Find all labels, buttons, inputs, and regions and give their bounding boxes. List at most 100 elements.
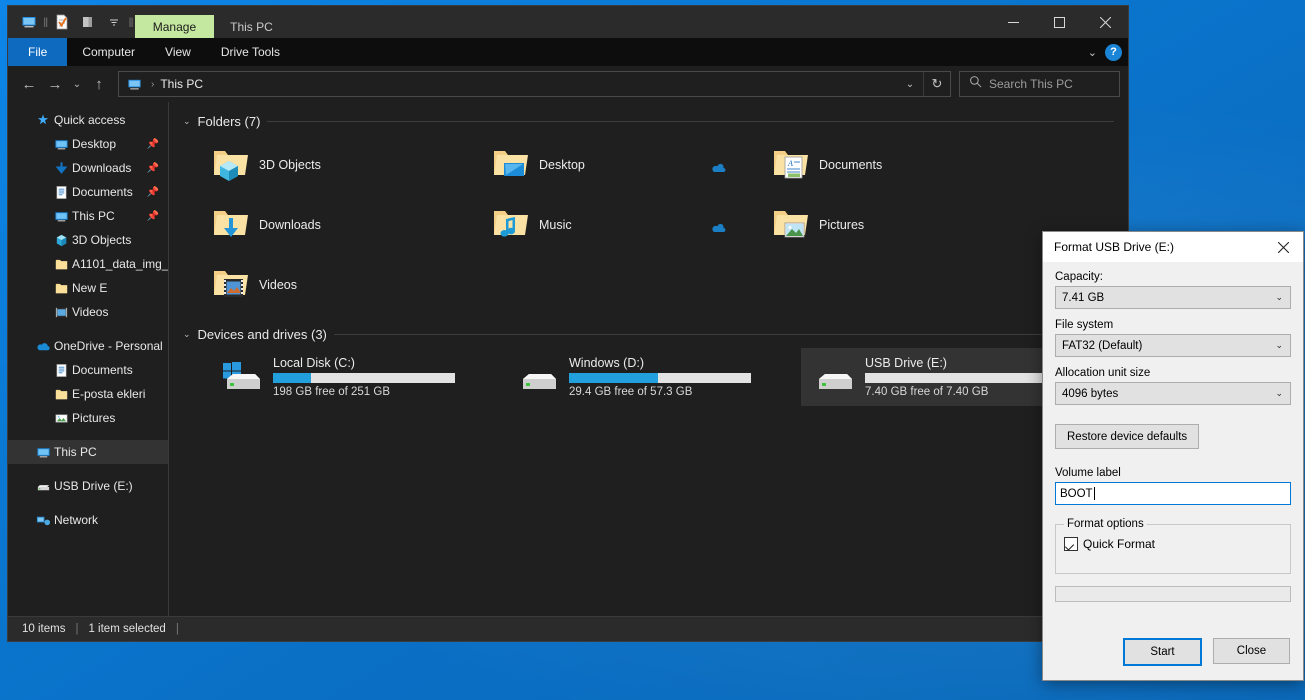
qat-divider-2: ‖ <box>128 14 134 30</box>
content-pane[interactable]: ⌄ Folders (7) 3D Objects Desktop A Docum… <box>169 102 1128 616</box>
this-pc-icon <box>119 77 145 92</box>
drives-group-header[interactable]: ⌄ Devices and drives (3) <box>169 315 1128 348</box>
chevron-down-icon[interactable]: ⌄ <box>1275 388 1283 399</box>
recent-locations-icon[interactable]: ⌄ <box>68 71 86 97</box>
sidebar-item-usb-drive[interactable]: USB Drive (E:) <box>8 474 168 498</box>
format-progress-bar <box>1055 586 1291 602</box>
folder-name: 3D Objects <box>259 158 321 172</box>
folder-tile-3d-objects[interactable]: 3D Objects <box>209 135 489 195</box>
folder-icon <box>50 387 72 402</box>
allocation-unit-size-select[interactable]: 4096 bytes ⌄ <box>1055 382 1291 405</box>
pin-icon[interactable]: 📌 <box>147 139 159 150</box>
quick-format-checkbox[interactable] <box>1064 537 1078 551</box>
sidebar-label: Videos <box>72 305 109 319</box>
folder-icon <box>50 257 72 272</box>
sidebar-item-new-e[interactable]: New E <box>8 276 168 300</box>
pin-icon[interactable]: 📌 <box>147 187 159 198</box>
forward-button[interactable]: → <box>42 71 68 97</box>
back-button[interactable]: ← <box>16 71 42 97</box>
sidebar-label: USB Drive (E:) <box>54 479 133 493</box>
sidebar-item-this-pc[interactable]: This PC <box>8 440 168 464</box>
dialog-close-icon[interactable] <box>1263 232 1303 262</box>
folders-group-header[interactable]: ⌄ Folders (7) <box>169 102 1128 135</box>
group-rule <box>333 334 1114 335</box>
pin-icon[interactable]: 📌 <box>147 211 159 222</box>
file-system-select[interactable]: FAT32 (Default) ⌄ <box>1055 334 1291 357</box>
volume-label-input[interactable]: BOOT <box>1055 482 1291 505</box>
folder-tile-desktop[interactable]: Desktop <box>489 135 769 195</box>
tab-computer[interactable]: Computer <box>67 38 150 66</box>
breadcrumb-this-pc[interactable]: This PC <box>160 77 203 91</box>
hard-drive-icon <box>513 355 559 400</box>
address-bar[interactable]: › This PC ⌄ ↻ <box>118 71 951 97</box>
folder-tile-documents[interactable]: A Documents <box>712 135 1049 195</box>
sidebar-item-onedrive[interactable]: OneDrive - Personal <box>8 334 168 358</box>
status-selection: 1 item selected <box>88 623 166 635</box>
start-button[interactable]: Start <box>1123 638 1202 666</box>
sidebar-item-videos[interactable]: Videos <box>8 300 168 324</box>
drive-info: Local Disk (C:) 198 GB free of 251 GB <box>273 356 455 398</box>
this-pc-icon <box>32 445 54 460</box>
sidebar-item-e-posta-ekleri[interactable]: E-posta ekleri <box>8 382 168 406</box>
chevron-down-icon[interactable]: ⌄ <box>183 116 191 127</box>
sidebar-item-onedrive-documents[interactable]: Documents <box>8 358 168 382</box>
sidebar-label: Downloads <box>72 161 132 175</box>
status-item-count: 10 items <box>22 623 66 635</box>
contextual-tab-manage[interactable]: Manage <box>134 15 215 38</box>
close-button[interactable]: Close <box>1213 638 1290 664</box>
star-icon <box>32 113 54 127</box>
folder-tile-downloads[interactable]: Downloads <box>209 195 489 255</box>
properties-icon[interactable] <box>49 9 75 35</box>
expand-ribbon-icon[interactable]: ⌄ <box>1088 46 1097 59</box>
tab-view[interactable]: View <box>150 38 206 66</box>
restore-device-defaults-button[interactable]: Restore device defaults <box>1055 424 1200 449</box>
folder-name: Music <box>539 218 572 232</box>
volume-label-value: BOOT <box>1060 487 1093 500</box>
folder-3d-objects-icon <box>209 143 249 188</box>
status-separator: | <box>175 623 179 635</box>
dialog-spacer <box>1055 449 1291 467</box>
drive-tile-local-disk-c[interactable]: Local Disk (C:) 198 GB free of 251 GB <box>209 348 505 406</box>
folder-tile-pictures[interactable]: Pictures <box>712 195 1049 255</box>
sidebar-item-onedrive-pictures[interactable]: Pictures <box>8 406 168 430</box>
text-caret <box>1093 487 1095 500</box>
sidebar-item-this-pc-quick[interactable]: This PC 📌 <box>8 204 168 228</box>
chevron-down-icon[interactable]: ⌄ <box>183 329 191 340</box>
customize-chevron-icon[interactable] <box>101 9 127 35</box>
folder-documents-icon: A <box>769 143 809 188</box>
search-input[interactable]: Search This PC <box>959 71 1120 97</box>
minimize-button[interactable] <box>990 6 1036 38</box>
sidebar-item-documents[interactable]: Documents 📌 <box>8 180 168 204</box>
chevron-down-icon[interactable]: ⌄ <box>1275 292 1283 303</box>
folder-tile-music[interactable]: Music <box>489 195 769 255</box>
help-icon[interactable]: ? <box>1105 43 1122 61</box>
sidebar-item-network[interactable]: Network <box>8 508 168 532</box>
sidebar-item-quick-access[interactable]: Quick access <box>8 108 168 132</box>
monitor-icon[interactable] <box>16 9 42 35</box>
folder-music-icon <box>489 203 529 248</box>
up-button[interactable]: ↑ <box>86 71 112 97</box>
dialog-title-bar: Format USB Drive (E:) <box>1043 232 1303 262</box>
folder-tile-videos[interactable]: Videos <box>209 255 489 315</box>
drive-usage-bar <box>865 373 1047 383</box>
sidebar-item-desktop[interactable]: Desktop 📌 <box>8 132 168 156</box>
drive-tile-windows-d[interactable]: Windows (D:) 29.4 GB free of 57.3 GB <box>505 348 801 406</box>
drive-free-space: 29.4 GB free of 57.3 GB <box>569 386 693 398</box>
pin-icon[interactable]: 📌 <box>147 163 159 174</box>
sidebar-item-a1101-data-img[interactable]: A1101_data_img_co <box>8 252 168 276</box>
refresh-icon[interactable]: ↻ <box>923 72 950 96</box>
sidebar-item-downloads[interactable]: Downloads 📌 <box>8 156 168 180</box>
chevron-down-icon[interactable]: ⌄ <box>897 72 923 96</box>
sidebar-item-3d-objects[interactable]: 3D Objects <box>8 228 168 252</box>
chevron-down-icon[interactable]: ⌄ <box>1275 340 1283 351</box>
drive-name: Local Disk (C:) <box>273 356 355 370</box>
capacity-value: 7.41 GB <box>1062 291 1105 304</box>
maximize-button[interactable] <box>1036 6 1082 38</box>
tab-drive-tools[interactable]: Drive Tools <box>206 38 295 66</box>
quick-format-row[interactable]: Quick Format <box>1064 537 1282 551</box>
new-folder-icon[interactable] <box>75 9 101 35</box>
capacity-select[interactable]: 7.41 GB ⌄ <box>1055 286 1291 309</box>
tab-file[interactable]: File <box>8 38 68 66</box>
close-button[interactable] <box>1082 6 1128 38</box>
